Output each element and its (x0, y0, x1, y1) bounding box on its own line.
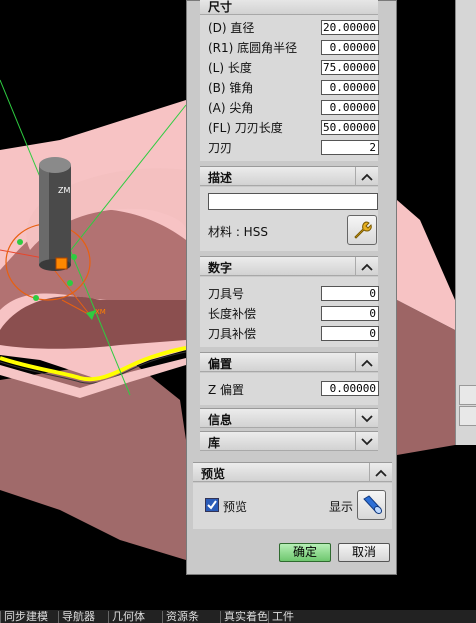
param-label: (L) 长度 (208, 61, 252, 75)
taskbar-item[interactable]: 工件 (268, 611, 302, 623)
param-label: (FL) 刀刃长度 (208, 121, 283, 135)
taskbar-item[interactable]: 同步建模 (0, 611, 60, 623)
section-description-title: 描述 (208, 171, 233, 185)
param-label: (A) 尖角 (208, 101, 254, 115)
param-label: 刀刃 (208, 141, 233, 155)
section-preview-title: 预览 (201, 467, 226, 481)
section-numbers-header[interactable]: 数字 (200, 256, 378, 276)
chevron-down-icon[interactable] (355, 409, 378, 428)
chevron-up-icon[interactable] (355, 167, 378, 186)
section-info-header[interactable]: 信息 (200, 408, 378, 428)
taskbar-item[interactable]: 资源条 (162, 611, 222, 623)
taskbar-item[interactable]: 真实着色 (220, 611, 270, 623)
param-field[interactable]: 2 (321, 140, 379, 155)
number-field[interactable]: 0 (321, 286, 379, 301)
show-label: 显示 (329, 500, 354, 514)
right-side-panel (455, 0, 476, 445)
param-field[interactable]: 50.00000 (321, 120, 379, 135)
param-label: (D) 直径 (208, 21, 255, 35)
material-label: 材料 : HSS (208, 225, 268, 239)
chevron-up-icon[interactable] (369, 463, 392, 482)
number-label: 刀具号 (208, 287, 245, 301)
taskbar-item[interactable]: 导航器 (58, 611, 110, 623)
material-edit-button[interactable] (347, 215, 377, 245)
param-label: (R1) 底圆角半径 (208, 41, 298, 55)
preview-checkbox[interactable] (205, 498, 219, 512)
section-info-title: 信息 (208, 413, 233, 427)
param-field[interactable]: 0.00000 (321, 40, 379, 55)
param-field[interactable]: 75.00000 (321, 60, 379, 75)
handle-dot (17, 239, 23, 245)
chevron-down-icon[interactable] (355, 432, 378, 451)
handle-dot (71, 254, 77, 260)
section-numbers-title: 数字 (208, 261, 233, 275)
preview-checkbox-label: 预览 (223, 500, 248, 514)
param-field[interactable]: 20.00000 (321, 20, 379, 35)
param-field[interactable]: 0.00000 (321, 100, 379, 115)
description-input[interactable] (208, 193, 378, 210)
origin-handle (55, 257, 68, 270)
section-dimensions-title: 尺寸 (208, 0, 233, 14)
number-label: 刀具补偿 (208, 327, 257, 341)
show-button[interactable] (357, 490, 386, 520)
section-preview-header[interactable]: 预览 (193, 462, 392, 482)
chevron-up-icon[interactable] (355, 353, 378, 372)
axis-label-x: XM (95, 308, 106, 316)
handle-dot (67, 280, 73, 286)
number-label: 长度补偿 (208, 307, 257, 321)
section-offset-header[interactable]: 偏置 (200, 352, 378, 372)
z-offset-label: Z 偏置 (208, 383, 245, 397)
z-offset-field[interactable]: 0.00000 (321, 381, 379, 396)
ok-button[interactable]: 确定 (279, 543, 331, 562)
chevron-up-icon[interactable] (355, 257, 378, 276)
number-field[interactable]: 0 (321, 306, 379, 321)
cancel-button[interactable]: 取消 (338, 543, 390, 562)
section-library-title: 库 (208, 436, 221, 450)
flashlight-icon (362, 495, 382, 515)
taskbar-item[interactable]: 几何体 (108, 611, 164, 623)
number-field[interactable]: 0 (321, 326, 379, 341)
checkmark-icon (207, 500, 217, 510)
param-field[interactable]: 0.00000 (321, 80, 379, 95)
param-label: (B) 锥角 (208, 81, 254, 95)
section-library-header[interactable]: 库 (200, 431, 378, 451)
axis-label-z: ZM (58, 186, 71, 195)
handle-dot (33, 295, 39, 301)
tool-parameters-dialog: 尺寸 描述 材料 : HSS 数字 偏置 Z 偏置 0.00000 信息 库 预… (186, 0, 397, 575)
wrench-icon (354, 221, 372, 239)
section-offset-title: 偏置 (208, 357, 233, 371)
section-dimensions-header[interactable]: 尺寸 (200, 0, 378, 15)
bottom-taskbar: 同步建模 导航器 几何体 资源条 真实着色 工件 (0, 610, 476, 623)
section-description-header[interactable]: 描述 (200, 166, 378, 186)
